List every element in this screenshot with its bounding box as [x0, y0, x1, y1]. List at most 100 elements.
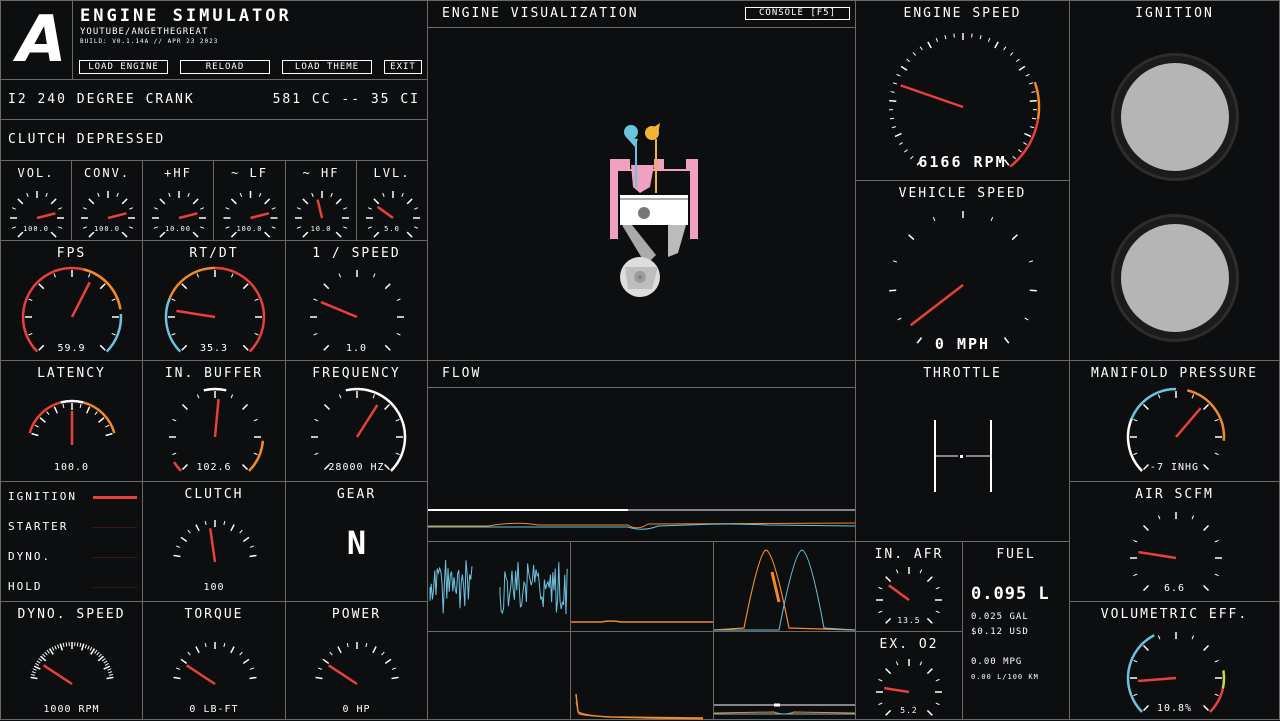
gauge-tick — [31, 677, 38, 678]
gauge-tick — [112, 333, 116, 335]
visualization-title: ENGINE VISUALIZATION — [442, 6, 639, 21]
gauge-tick — [1192, 516, 1194, 520]
gauge-tick — [104, 661, 107, 663]
ignition-panel-title: IGNITION — [1070, 6, 1279, 21]
gauge-tick — [51, 199, 56, 204]
ignition-toggle[interactable]: IGNITION — [1, 488, 142, 508]
gauge-needle — [179, 213, 197, 218]
gauge-tick — [920, 662, 922, 666]
gauge-tick — [397, 299, 401, 301]
gauge-tick — [373, 274, 375, 278]
gauge-tick — [63, 643, 64, 647]
gauge-tick — [174, 677, 181, 678]
small-gauge-panel: VOL. 100.0 — [0, 160, 72, 241]
gauge-tick — [243, 659, 249, 663]
console-button[interactable]: CONSOLE [F5] — [745, 7, 850, 20]
gauge-band — [215, 268, 264, 352]
gauge-tick — [108, 672, 112, 673]
frequency-panel: FREQUENCY 28000 HZ — [285, 360, 428, 482]
ignition-toggle-label: IGNITION — [8, 490, 77, 503]
gauge-tick — [174, 555, 181, 556]
app-title: ENGINE SIMULATOR — [80, 6, 292, 26]
flow-title: FLOW — [442, 366, 481, 381]
dyno-toggle[interactable]: DYNO. — [1, 548, 142, 568]
gauge-band — [1132, 389, 1176, 419]
power-value: 0 HP — [286, 704, 427, 715]
gauge-tick — [250, 668, 254, 670]
gauge-tick — [339, 395, 341, 399]
gauge-tick — [324, 404, 329, 409]
gauge-tick — [205, 643, 206, 647]
in-buffer-panel: IN. BUFFER 102.6 — [142, 360, 286, 482]
waveform-2 — [571, 542, 713, 631]
gauge-tick — [896, 662, 898, 666]
gauge-tick — [40, 418, 45, 423]
gauge-tick — [396, 453, 400, 455]
gauge-needle — [357, 405, 377, 437]
gauge-needle — [251, 213, 269, 218]
engine-speed-value: 6166 RPM — [856, 153, 1069, 171]
rtdt-value: 35.3 — [143, 343, 285, 354]
gauge-tick — [385, 404, 390, 409]
gauge-tick — [879, 679, 883, 681]
engine-name: I2 240 DEGREE CRANK — [8, 92, 195, 107]
gauge-tick — [49, 649, 53, 655]
gauge-tick — [879, 703, 883, 705]
exit-button[interactable]: EXIT — [384, 60, 422, 74]
gauge-tick — [205, 521, 206, 525]
gauge-tick — [188, 193, 190, 197]
gauge-tick — [933, 217, 935, 221]
engine-visualization-panel: ENGINE VISUALIZATION CONSOLE [F5] — [427, 0, 856, 361]
gauge-tick — [1010, 52, 1013, 55]
fuel-liters: 0.095 L — [971, 584, 1050, 604]
fuel-panel: FUEL 0.095 L 0.025 GAL $0.12 USD 0.00 MP… — [962, 541, 1070, 720]
dyno-speed-panel: DYNO. SPEED 1000 RPM — [0, 601, 143, 720]
fuel-gallons: 0.025 GAL — [971, 612, 1029, 622]
gauge-tick — [193, 199, 198, 204]
gauge-tick — [82, 644, 84, 651]
gauge-needle — [329, 665, 357, 684]
inv-speed-value: 1.0 — [286, 343, 427, 354]
gauge-tick — [254, 419, 258, 421]
volumetric-eff-panel: VOLUMETRIC EFF. 10.8% — [1069, 601, 1280, 720]
gauge-tick — [879, 587, 883, 589]
small-gauge-value: 100.0 — [72, 225, 142, 233]
load-theme-button[interactable]: LOAD THEME — [282, 60, 372, 74]
gauge-tick — [231, 199, 236, 204]
gauge-tick — [240, 193, 242, 197]
flow-plot — [428, 501, 855, 541]
gauge-tick — [255, 333, 259, 335]
small-gauge-panel: LVL. 5.0 — [356, 160, 428, 241]
hold-toggle[interactable]: HOLD — [1, 578, 142, 598]
gauge-tick — [315, 419, 319, 421]
gauge-tick — [197, 274, 199, 278]
small-gauge-value: 10.00 — [143, 225, 213, 233]
gauge-tick — [1023, 143, 1026, 145]
gauge-tick — [97, 652, 100, 655]
gauge-tick — [240, 530, 243, 533]
gauge-tick — [88, 646, 90, 650]
waveform-panel-4 — [427, 631, 571, 720]
gauge-tick — [1031, 92, 1035, 93]
gauge-tick — [397, 333, 401, 335]
gauge-tick — [336, 199, 341, 204]
starter-toggle[interactable]: STARTER — [1, 518, 142, 538]
gauge-tick — [100, 284, 105, 289]
gauge-band — [346, 389, 405, 471]
gauge-tick — [901, 66, 907, 70]
gauge-tick — [226, 208, 230, 210]
gauge-needle — [72, 282, 90, 317]
gauge-tick — [347, 643, 348, 647]
gauge-tick — [396, 419, 400, 421]
gauge-tick — [88, 274, 90, 278]
gauge-tick — [60, 644, 62, 651]
gauge-tick — [899, 143, 902, 145]
gauge-needle — [108, 213, 126, 218]
gauge-tick — [1215, 574, 1219, 576]
reload-button[interactable]: RELOAD — [180, 60, 270, 74]
load-engine-button[interactable]: LOAD ENGINE — [79, 60, 168, 74]
gauge-tick — [39, 659, 42, 661]
gauge-tick — [980, 35, 981, 39]
gauge-tick — [172, 333, 176, 335]
fuel-cost: $0.12 USD — [971, 627, 1029, 637]
